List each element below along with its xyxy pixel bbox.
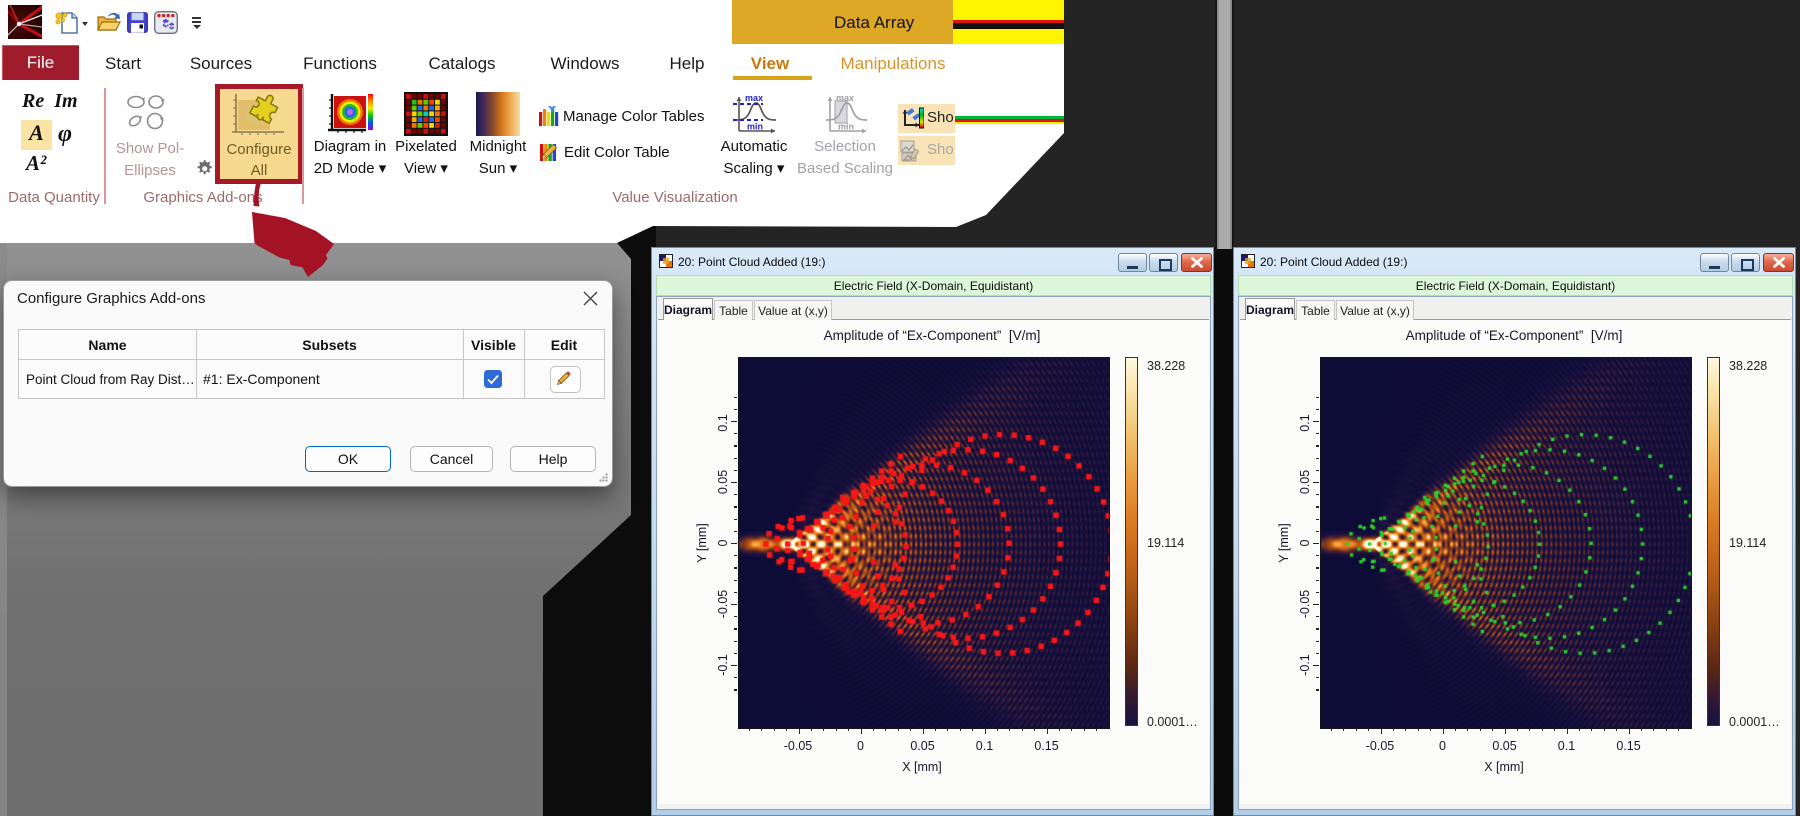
svg-text:min: min [838,122,854,132]
svg-text:max: max [836,93,854,103]
svg-text:max: max [745,93,763,103]
svg-text:min: min [747,122,763,132]
